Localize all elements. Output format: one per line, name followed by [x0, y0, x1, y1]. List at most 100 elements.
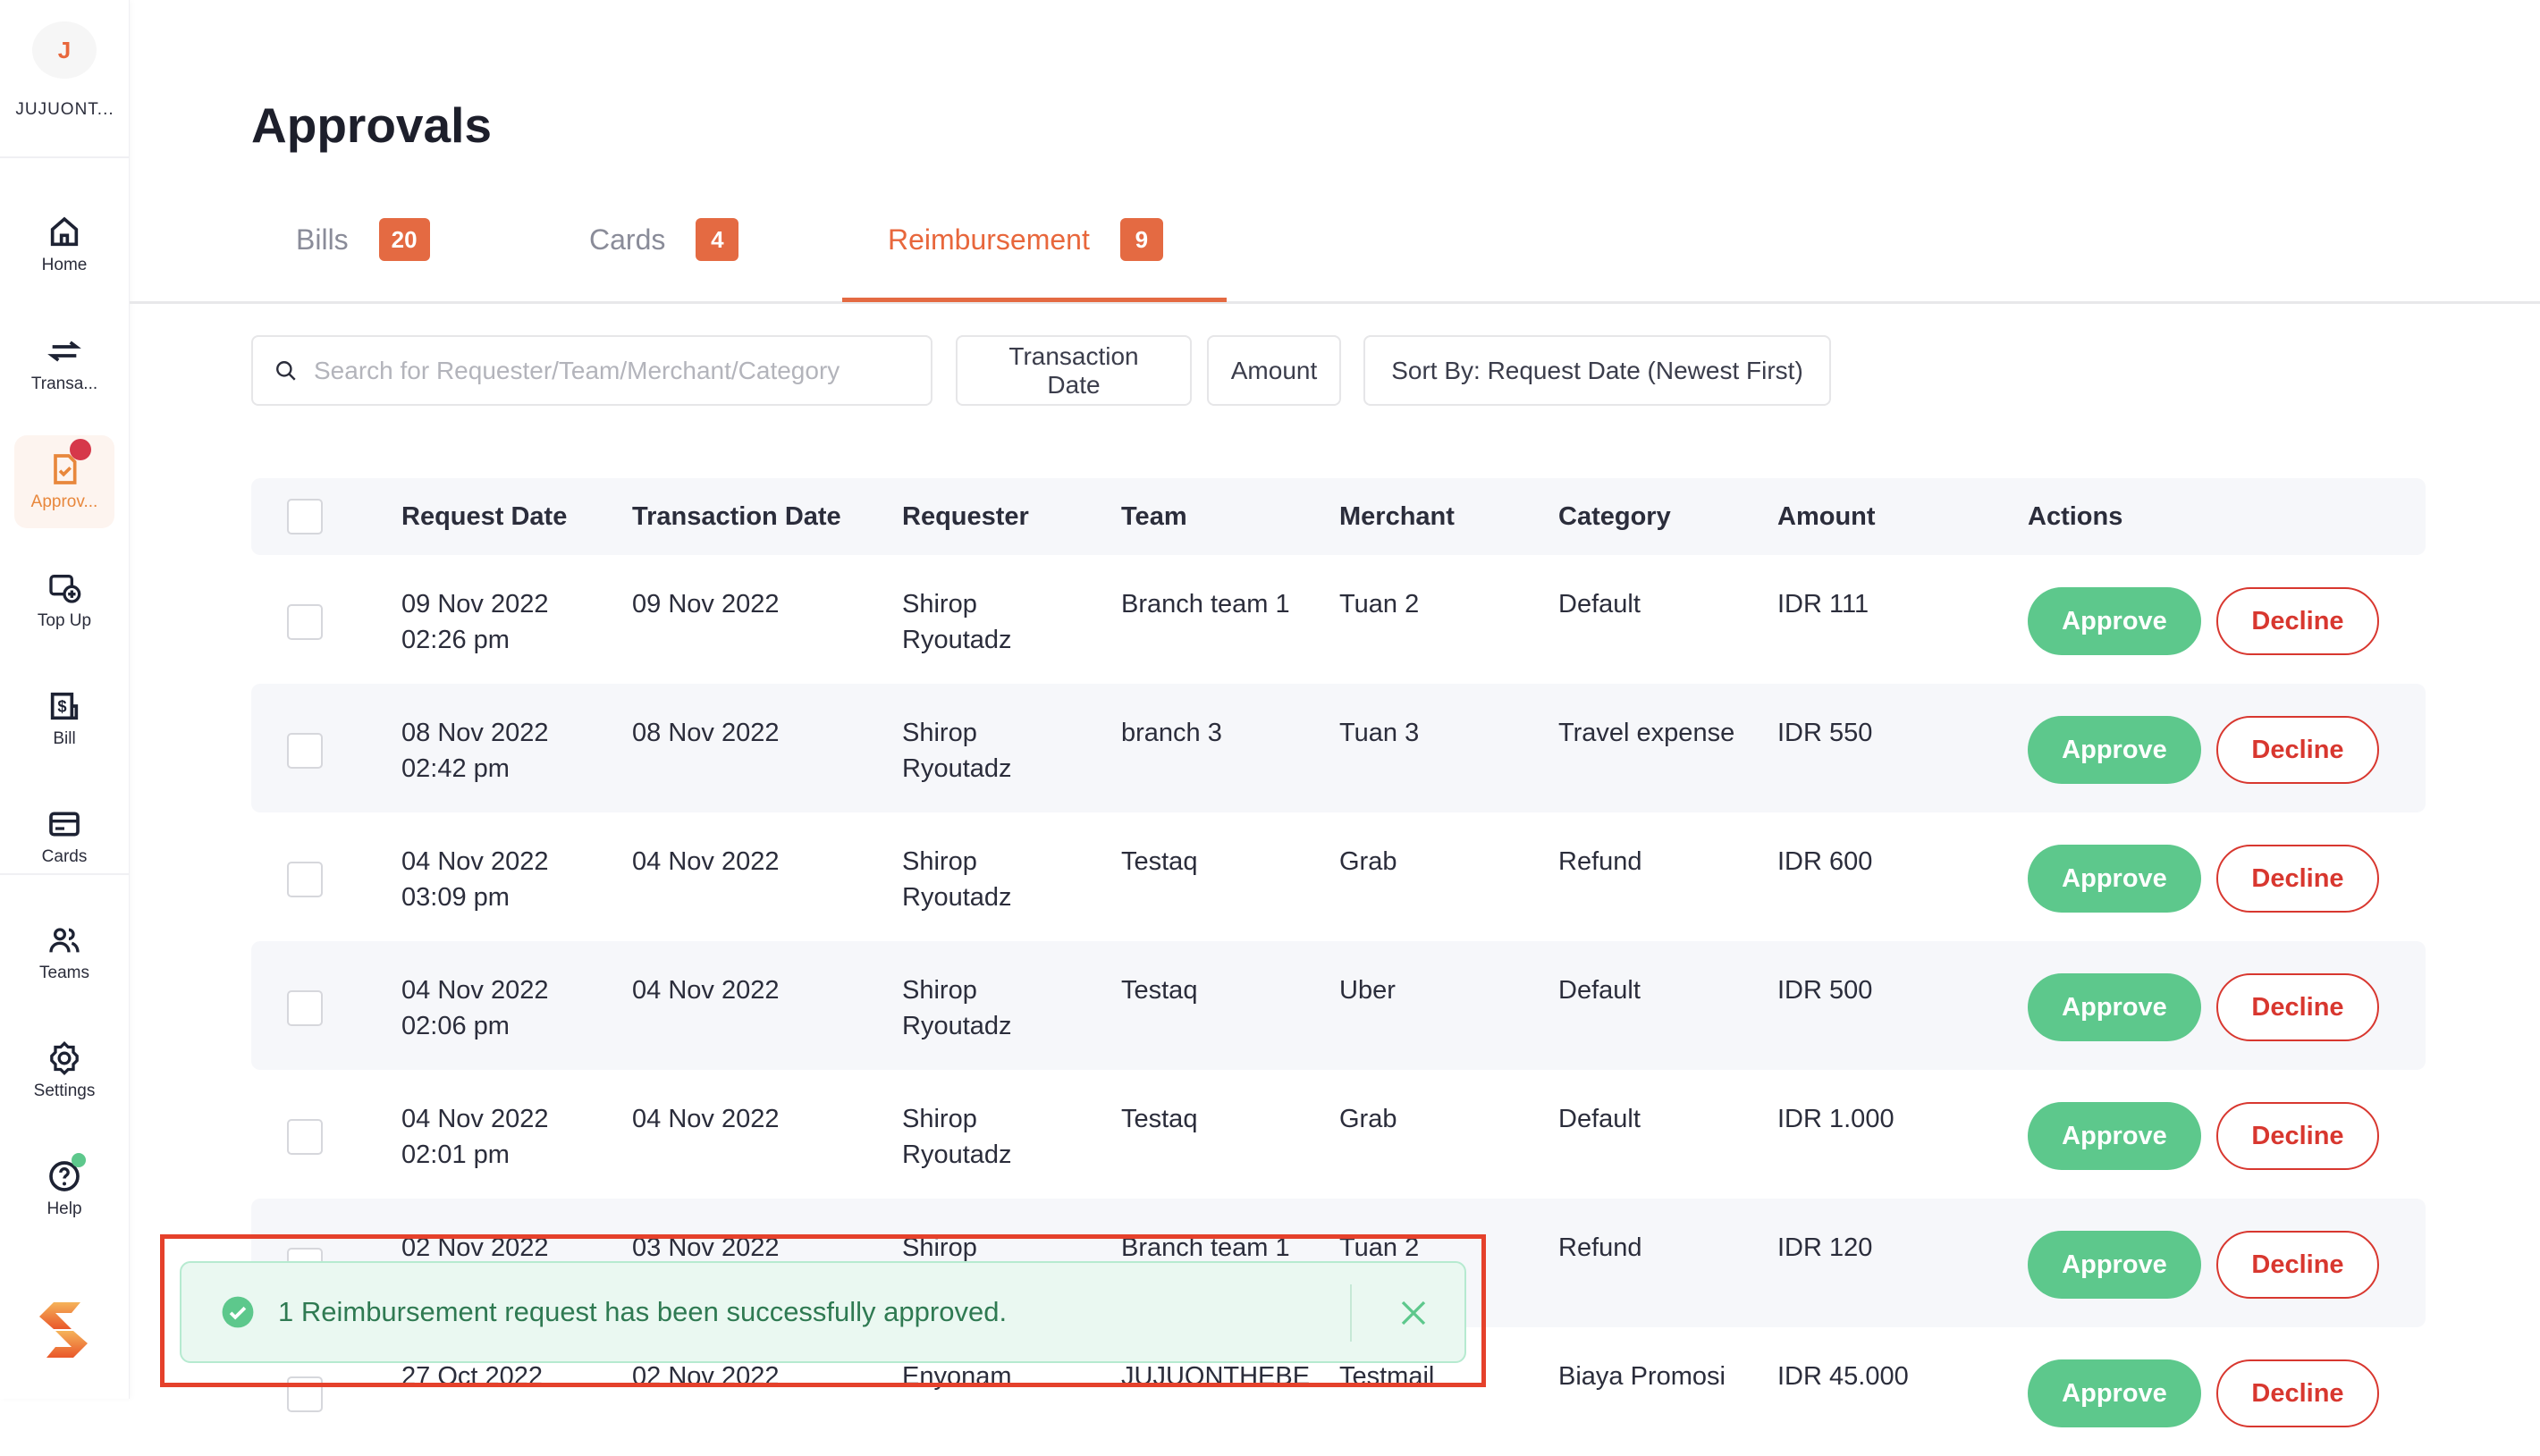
status-dot [72, 1153, 86, 1167]
sort-dropdown[interactable]: Sort By: Request Date (Newest First) [1363, 335, 1831, 406]
merchant: Grab [1339, 1105, 1397, 1133]
category: Biaya Promosi [1558, 1362, 1726, 1391]
row-checkbox[interactable] [287, 1119, 323, 1155]
sidebar-item-label: Bill [53, 729, 76, 748]
table-row: 04 Nov 2022 02:06 pm 04 Nov 2022 Shirop Ry… [251, 941, 2426, 1070]
sidebar-item-help[interactable]: Help [14, 1142, 114, 1235]
sidebar-item-home[interactable]: Home [14, 198, 114, 291]
sidebar-item-bill[interactable]: $ Bill [14, 672, 114, 765]
request-date-day: 04 Nov 2022 [401, 847, 549, 876]
sidebar-item-label: Help [46, 1199, 82, 1218]
decline-button[interactable]: Decline [2216, 716, 2379, 784]
requester-first-name: Shirop [902, 976, 977, 1005]
amount: IDR 45.000 [1777, 1362, 1909, 1391]
transaction-date: 04 Nov 2022 [632, 976, 780, 1005]
request-date-time: 03:09 pm [401, 883, 510, 912]
request-date-day: 04 Nov 2022 [401, 1105, 549, 1133]
sidebar-item-label: Teams [39, 964, 89, 982]
decline-button[interactable]: Decline [2216, 845, 2379, 913]
sidebar-item-label: Top Up [37, 611, 92, 630]
table-header: Request Date Transaction Date Requester … [251, 478, 2426, 555]
check-circle-icon [222, 1296, 254, 1328]
search-box[interactable] [251, 335, 932, 406]
transaction-date-filter[interactable]: Transaction Date [956, 335, 1192, 406]
requester: Shirop Ryoutadz [902, 972, 1012, 1044]
notification-dot [70, 439, 91, 460]
requester-last-name: Ryoutadz [902, 626, 1012, 654]
sidebar-item-settings[interactable]: Settings [14, 1024, 114, 1117]
close-icon[interactable] [1388, 1288, 1439, 1338]
sidebar-item-top-up[interactable]: Top Up [14, 554, 114, 647]
approve-button[interactable]: Approve [2028, 973, 2201, 1041]
tab-cards[interactable]: Cards 4 [589, 211, 739, 268]
header-team: Team [1121, 502, 1187, 531]
category: Refund [1558, 847, 1642, 876]
approve-button[interactable]: Approve [2028, 587, 2201, 655]
request-date-time: 02:42 pm [401, 754, 510, 783]
request-date: 04 Nov 2022 03:09 pm [401, 844, 548, 915]
approve-button[interactable]: Approve [2028, 1231, 2201, 1299]
tab-label: Reimbursement [888, 223, 1090, 256]
avatar[interactable]: J [32, 21, 97, 79]
header-amount[interactable]: Amount [1777, 499, 1876, 534]
tab-label: Cards [589, 223, 666, 256]
teams-icon [49, 928, 80, 953]
request-date-day: 08 Nov 2022 [401, 719, 549, 747]
sidebar-item-teams[interactable]: Teams [14, 906, 114, 999]
merchant: Tuan 2 [1339, 590, 1420, 619]
decline-button[interactable]: Decline [2216, 1231, 2379, 1299]
top-up-icon [49, 575, 81, 603]
request-date-time: 02:01 pm [401, 1140, 510, 1169]
requester: Shirop Ryoutadz [902, 1101, 1012, 1173]
team: branch 3 [1121, 719, 1222, 747]
request-date: 08 Nov 2022 02:42 pm [401, 715, 548, 787]
approve-button[interactable]: Approve [2028, 845, 2201, 913]
transaction-date: 09 Nov 2022 [632, 590, 780, 619]
requester-last-name: Ryoutadz [902, 1140, 1012, 1169]
team: Testaq [1121, 976, 1198, 1005]
sidebar-item-label: Cards [41, 847, 88, 866]
header-requester: Requester [902, 502, 1029, 531]
decline-button[interactable]: Decline [2216, 587, 2379, 655]
success-toast: 1 Reimbursement request has been success… [180, 1261, 1466, 1363]
header-transaction-date[interactable]: Transaction Date [632, 499, 841, 534]
header-category: Category [1558, 502, 1671, 531]
table-row: 04 Nov 2022 02:01 pm 04 Nov 2022 Shirop Ry… [251, 1070, 2426, 1199]
select-all-checkbox[interactable] [287, 499, 323, 534]
decline-button[interactable]: Decline [2216, 1359, 2379, 1427]
divider [0, 873, 130, 875]
sidebar-item-approv[interactable]: Approv... [14, 435, 114, 528]
search-input[interactable] [314, 356, 895, 385]
brand-logo [36, 1300, 91, 1359]
header-request-date[interactable]: Request Date [401, 499, 567, 534]
sidebar-item-transa[interactable]: Transa... [14, 317, 114, 410]
org-name: JUJUONT... [15, 100, 114, 119]
row-checkbox[interactable] [287, 733, 323, 769]
approve-button[interactable]: Approve [2028, 1102, 2201, 1170]
sidebar-item-label: Settings [33, 1081, 96, 1100]
sidebar-item-label: Home [41, 256, 88, 274]
tab-reimbursement[interactable]: Reimbursement 9 [888, 211, 1163, 268]
team: Branch team 1 [1121, 590, 1290, 619]
active-tab-indicator [842, 298, 1227, 302]
count-badge: 20 [378, 218, 430, 261]
amount: IDR 500 [1777, 976, 1873, 1005]
home-icon [50, 216, 79, 247]
tab-bills[interactable]: Bills 20 [296, 211, 430, 268]
category: Default [1558, 976, 1641, 1005]
decline-button[interactable]: Decline [2216, 973, 2379, 1041]
approve-button[interactable]: Approve [2028, 716, 2201, 784]
decline-button[interactable]: Decline [2216, 1102, 2379, 1170]
amount: IDR 120 [1777, 1233, 1873, 1262]
avatar-initial: J [57, 36, 72, 63]
gear-icon [50, 1040, 79, 1076]
row-checkbox[interactable] [287, 862, 323, 897]
approve-button[interactable]: Approve [2028, 1359, 2201, 1427]
row-checkbox[interactable] [287, 990, 323, 1026]
sidebar-item-cards[interactable]: Cards [14, 790, 114, 883]
amount-filter[interactable]: Amount [1207, 335, 1341, 406]
row-checkbox[interactable] [287, 604, 323, 640]
category: Refund [1558, 1233, 1642, 1262]
bill-icon: $ [50, 692, 79, 720]
category: Default [1558, 590, 1641, 619]
